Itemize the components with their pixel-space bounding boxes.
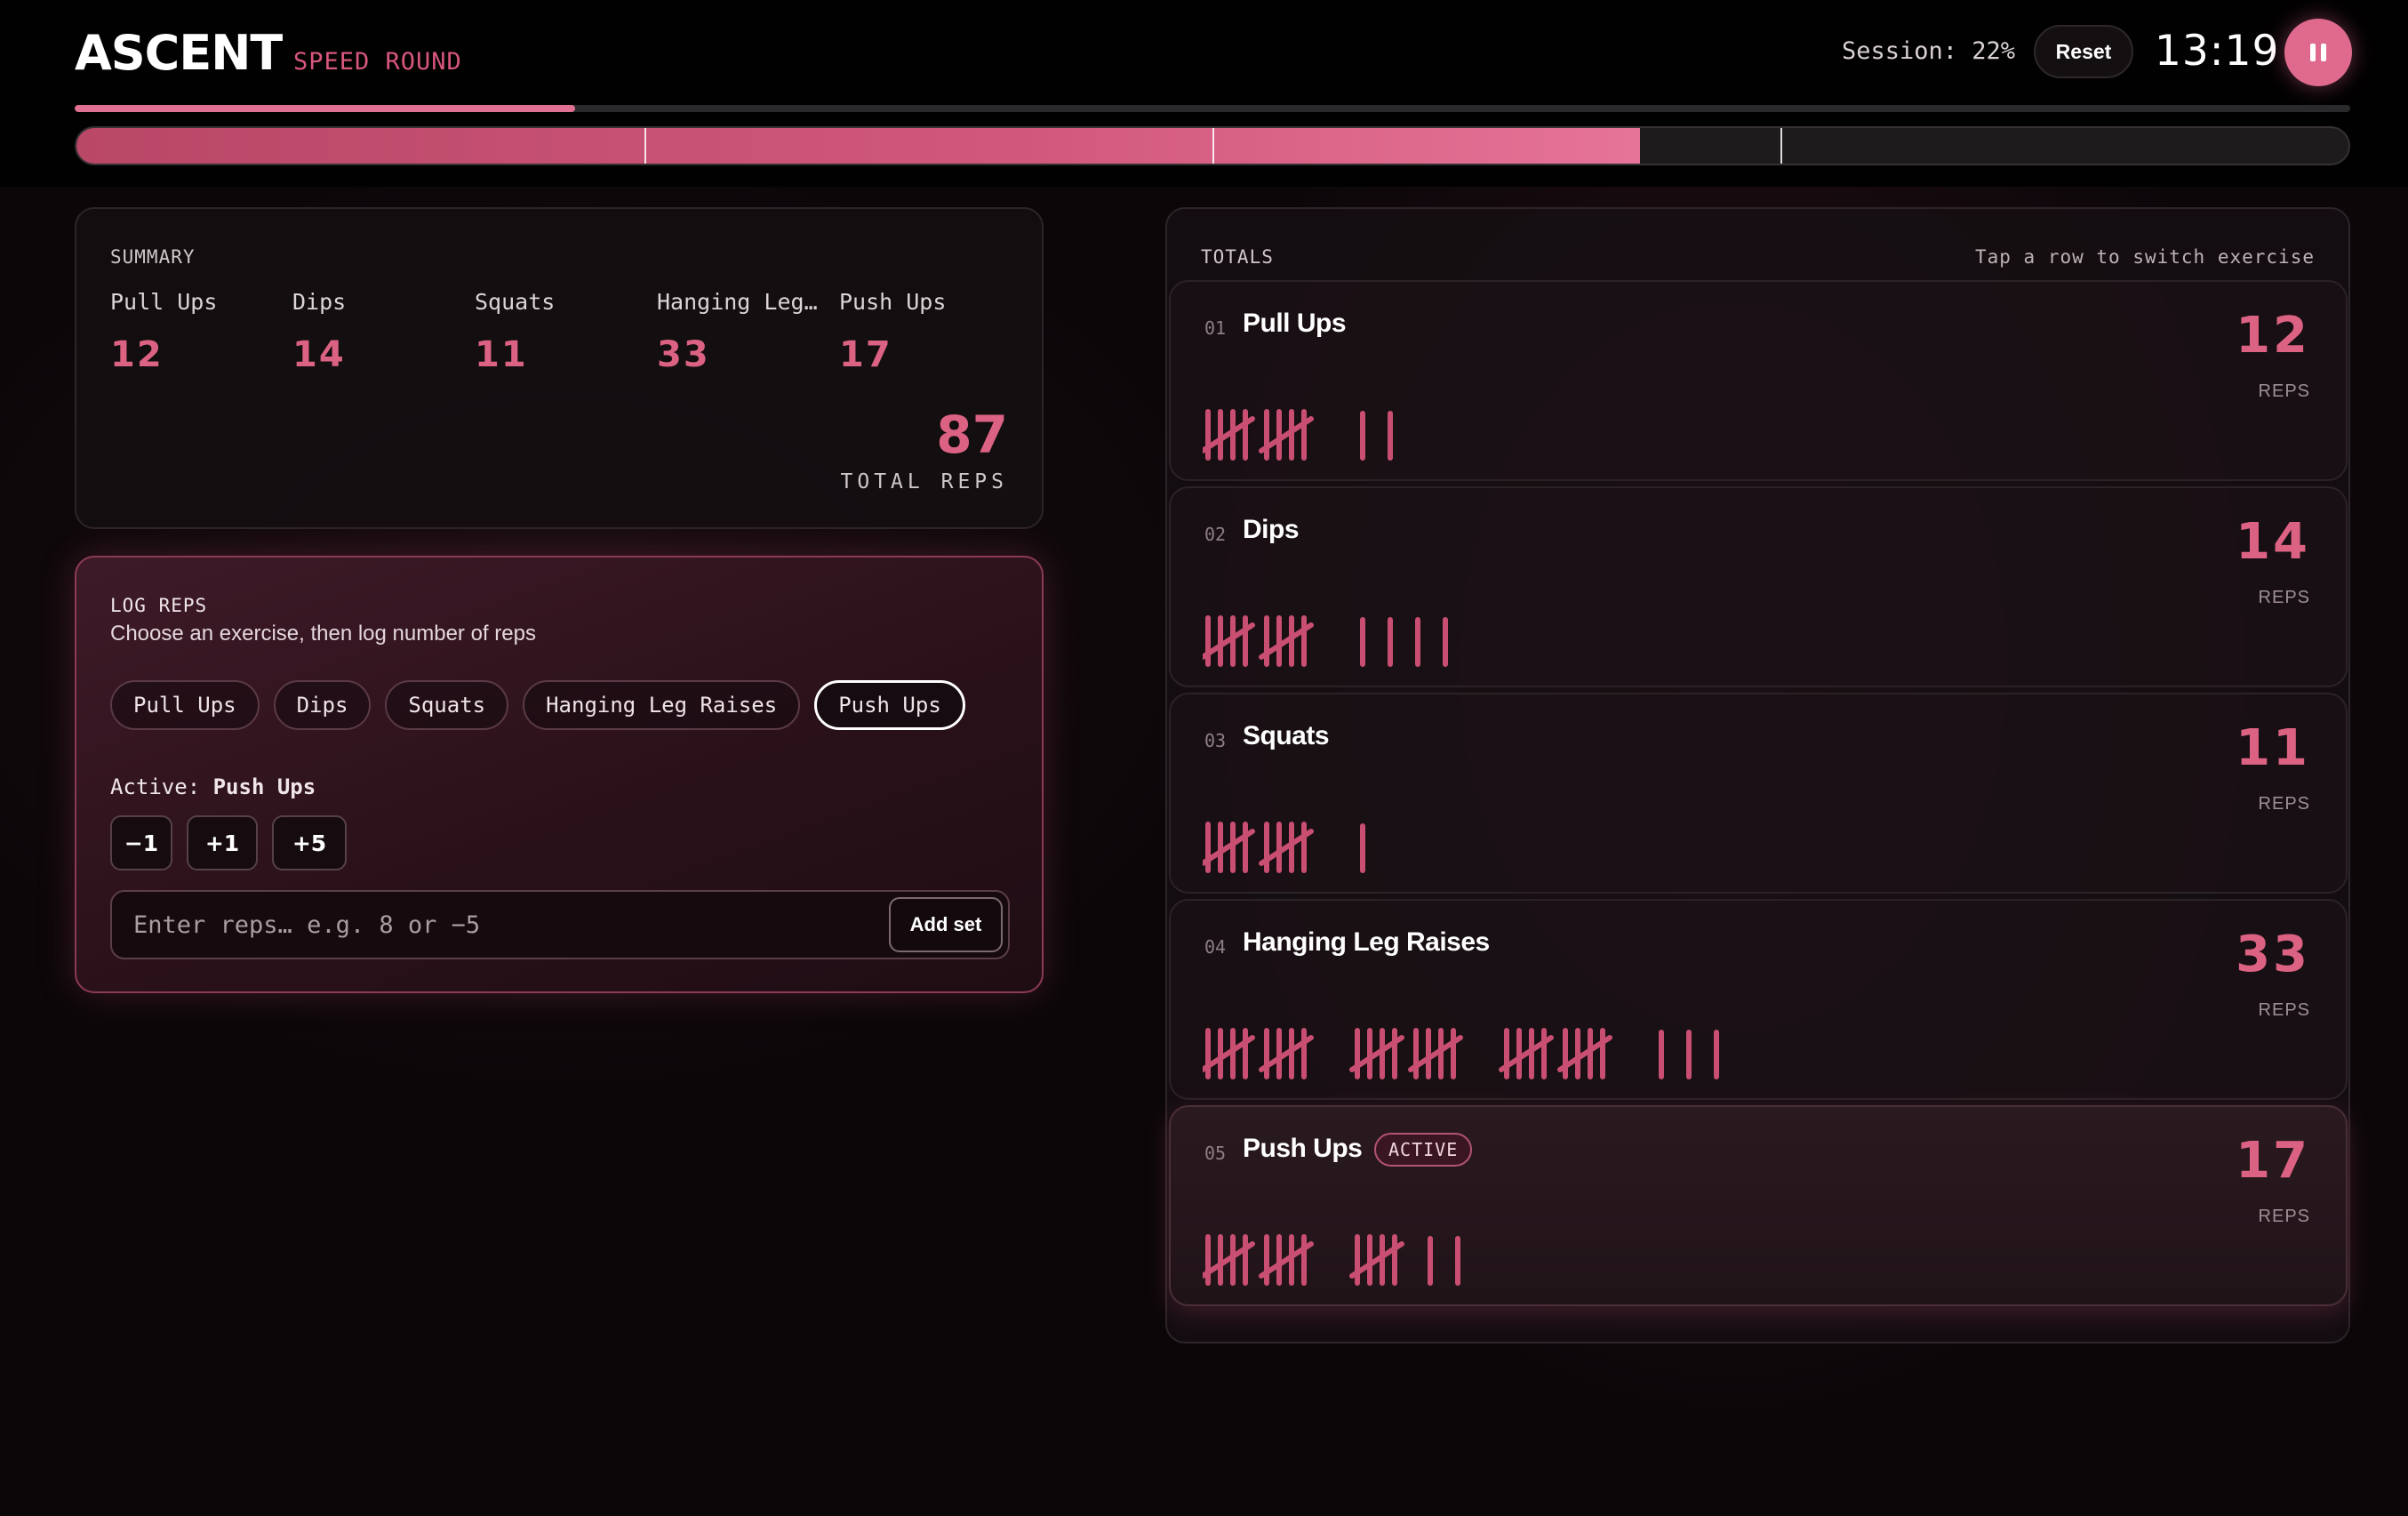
summary-title: SUMMARY (110, 246, 196, 268)
tally-marks (1203, 409, 1393, 461)
row-count: 17 (2236, 1132, 2310, 1190)
active-badge: ACTIVE (1374, 1133, 1473, 1167)
log-reps-card: LOG REPS Choose an exercise, then log nu… (75, 556, 1044, 993)
totals-hint: Tap a row to switch exercise (1974, 246, 2315, 268)
summary-item-value: 17 (839, 334, 892, 375)
log-reps-title: LOG REPS (110, 595, 208, 616)
session-progress-text: Session: 22% (1842, 37, 2016, 65)
row-count: 12 (2236, 307, 2310, 365)
summary-item-name: Squats (475, 289, 556, 315)
active-exercise-name: Push Ups (212, 774, 316, 799)
summary-item-name: Dips (292, 289, 347, 315)
exercise-pill-dips[interactable]: Dips (273, 680, 372, 730)
row-reps-label: REPS (2258, 1000, 2310, 1020)
session-progress-bar (75, 105, 2350, 112)
segment-divider (1780, 128, 1782, 164)
plus-five-button[interactable]: +5 (272, 815, 347, 870)
row-number: 02 (1204, 524, 1227, 545)
summary-item: Push Ups 17 (839, 289, 1008, 375)
summary-item-name: Push Ups (839, 289, 947, 315)
row-exercise-name: Dips (1243, 515, 1300, 544)
pause-icon (2310, 44, 2316, 61)
summary-item-value: 12 (110, 334, 164, 375)
session-progress-fill (75, 105, 576, 112)
reps-input[interactable] (133, 904, 844, 945)
quick-steps: −1 +1 +5 (110, 815, 347, 870)
minus-one-button[interactable]: −1 (110, 815, 172, 870)
timer-clock: 13:19 (2155, 27, 2280, 76)
summary-item-name: Pull Ups (110, 289, 218, 315)
exercise-row-dips[interactable]: 02 Dips 14 REPS (1169, 486, 2348, 687)
segment-divider (644, 128, 646, 164)
reset-button[interactable]: Reset (2034, 25, 2133, 78)
totals-title: TOTALS (1201, 246, 1274, 268)
row-reps-label: REPS (2258, 588, 2310, 607)
summary-item-value: 14 (292, 334, 346, 375)
row-number: 04 (1204, 936, 1227, 958)
exercise-pill-pull-ups[interactable]: Pull Ups (110, 680, 260, 730)
exercise-row-hanging-leg-raises[interactable]: 04 Hanging Leg Raises 33 REPS (1169, 899, 2348, 1100)
round-progress-bar (75, 126, 2350, 165)
tally-marks (1203, 615, 1448, 667)
row-count: 33 (2236, 926, 2310, 983)
active-exercise-line: Active: Push Ups (110, 774, 316, 799)
row-number: 05 (1204, 1143, 1227, 1164)
row-reps-label: REPS (2258, 1207, 2310, 1226)
row-exercise-name: Pull Ups (1243, 309, 1347, 338)
row-exercise-name: Hanging Leg Raises (1243, 927, 1490, 957)
summary-item: Pull Ups 12 (110, 289, 279, 375)
summary-item: Hanging Leg … 33 (657, 289, 826, 375)
tally-marks (1203, 822, 1365, 873)
summary-item-value: 11 (475, 334, 528, 375)
tally-marks (1203, 1028, 1719, 1079)
summary-item-value: 33 (657, 334, 710, 375)
row-number: 01 (1204, 317, 1227, 339)
summary-item: Dips 14 (292, 289, 461, 375)
brand-logo: ASCENT (75, 25, 283, 81)
tally-marks (1203, 1234, 1460, 1286)
exercise-pill-hanging-leg-raises[interactable]: Hanging Leg Raises (523, 680, 801, 730)
totals-card: TOTALS Tap a row to switch exercise 01 P… (1165, 207, 2350, 1344)
total-reps-label: TOTAL REPS (840, 470, 1008, 493)
total-reps-value: 87 (936, 405, 1008, 465)
exercise-row-squats[interactable]: 03 Squats 11 REPS (1169, 693, 2348, 894)
row-exercise-name: Squats (1243, 721, 1330, 750)
row-count: 14 (2236, 513, 2310, 571)
row-count: 11 (2236, 719, 2310, 777)
row-exercise-name: Push Ups (1243, 1134, 1363, 1163)
segment-divider (1212, 128, 1214, 164)
pause-button[interactable] (2284, 19, 2352, 86)
add-set-button[interactable]: Add set (889, 897, 1003, 952)
plus-one-button[interactable]: +1 (187, 815, 258, 870)
exercise-selector: Pull Ups Dips Squats Hanging Leg Raises … (110, 680, 965, 730)
exercise-row-pull-ups[interactable]: 01 Pull Ups 12 REPS (1169, 280, 2348, 481)
summary-item-name: Hanging Leg … (657, 289, 826, 315)
exercise-row-push-ups[interactable]: 05 Push Ups ACTIVE 17 REPS (1169, 1105, 2348, 1306)
app-header: ASCENT SPEED ROUND Session: 22% Reset 13… (0, 0, 2408, 187)
row-number: 03 (1204, 730, 1227, 751)
pause-icon-bar (2321, 44, 2326, 61)
row-reps-label: REPS (2258, 381, 2310, 401)
log-reps-subtitle: Choose an exercise, then log number of r… (110, 622, 536, 646)
reps-input-group: Add set (110, 890, 1010, 959)
summary-card: SUMMARY Pull Ups 12 Dips 14 Squats 11 Ha… (75, 207, 1044, 529)
exercise-pill-push-ups[interactable]: Push Ups (814, 680, 965, 730)
row-reps-label: REPS (2258, 794, 2310, 814)
summary-item: Squats 11 (475, 289, 644, 375)
mode-label: SPEED ROUND (293, 48, 462, 76)
exercise-pill-squats[interactable]: Squats (385, 680, 509, 730)
round-progress-fill (76, 128, 1640, 164)
active-label: Active: (110, 774, 201, 799)
